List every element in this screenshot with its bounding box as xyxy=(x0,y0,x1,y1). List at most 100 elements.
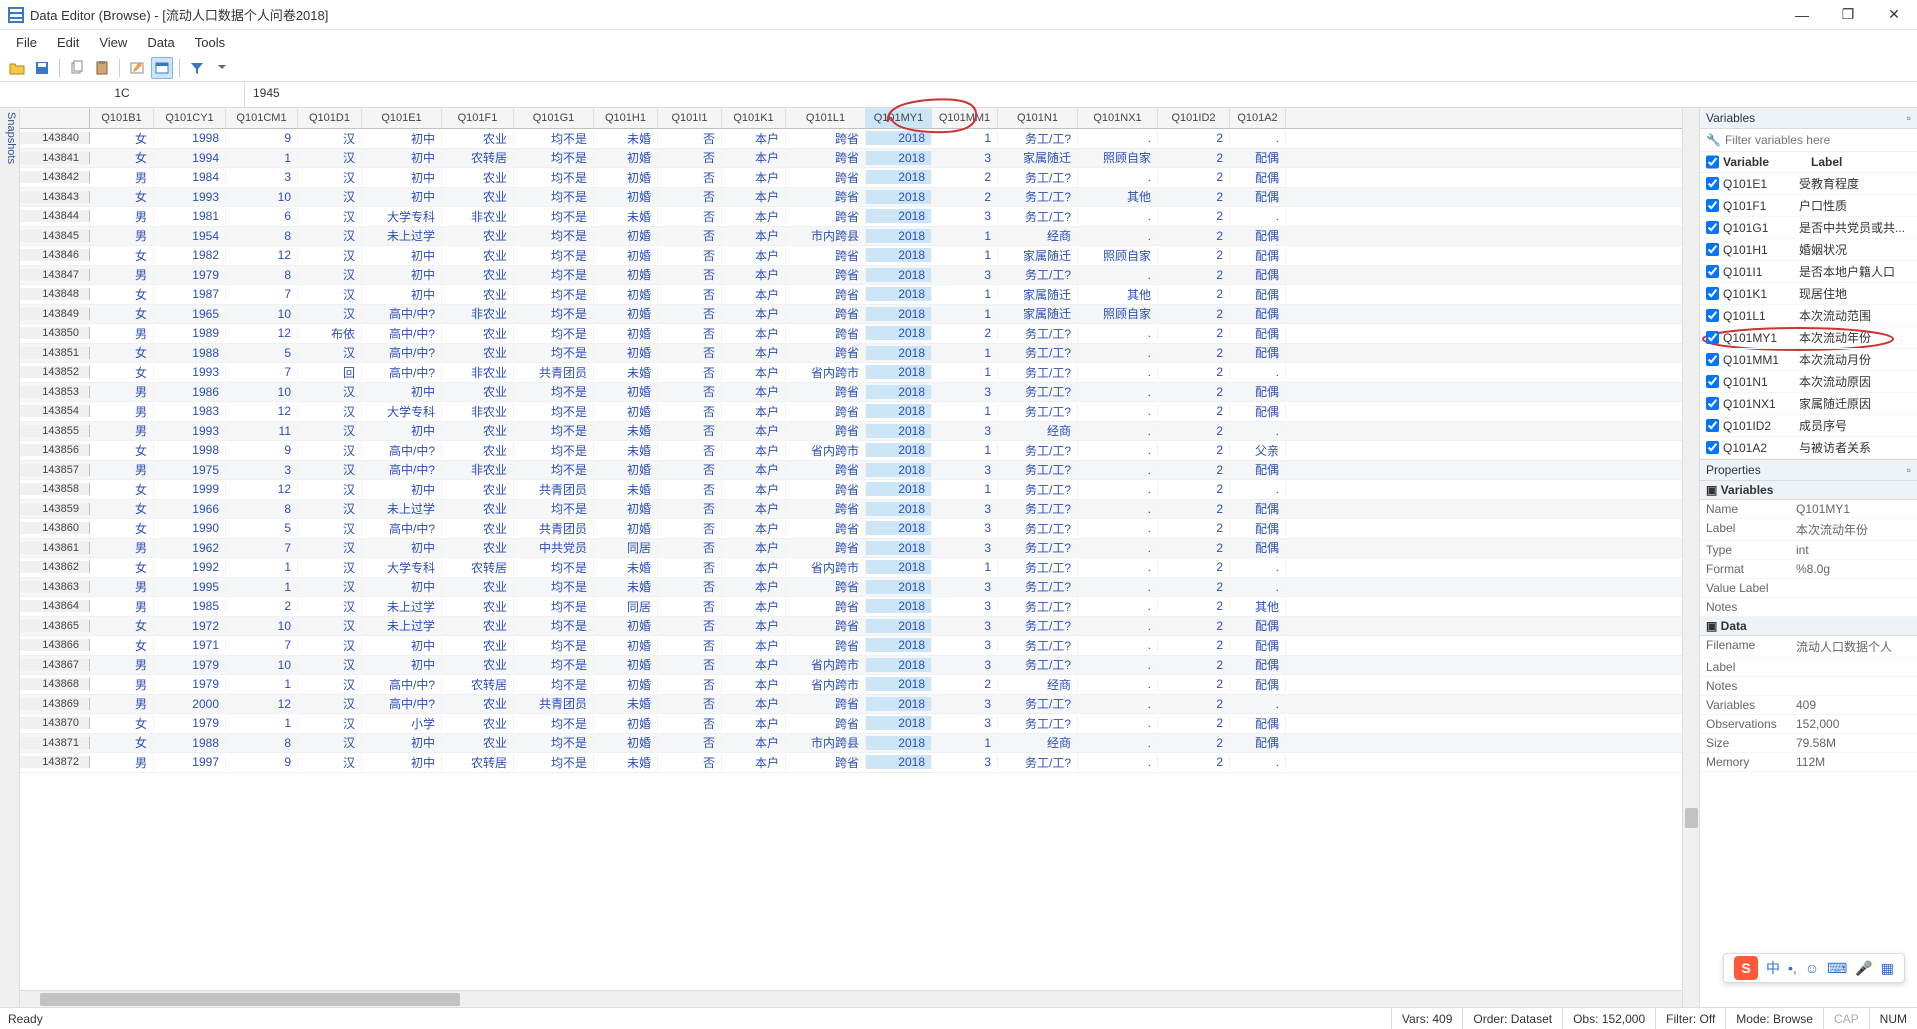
cell[interactable]: 本户 xyxy=(722,734,786,751)
cell[interactable]: 务工/工? xyxy=(998,481,1078,498)
horizontal-scrollbar[interactable] xyxy=(20,990,1682,1007)
cell[interactable]: . xyxy=(1078,424,1158,438)
variable-checkbox[interactable] xyxy=(1706,419,1719,432)
cell[interactable]: 农业 xyxy=(442,520,514,537)
cell[interactable]: 本户 xyxy=(722,208,786,225)
cell[interactable]: 同居 xyxy=(594,598,658,615)
cell[interactable]: 男 xyxy=(90,578,154,595)
column-header-Q101I1[interactable]: Q101I1 xyxy=(658,108,722,128)
cell[interactable]: 跨省 xyxy=(786,715,866,732)
variable-row-Q101MY1[interactable]: Q101MY1本次流动年份 xyxy=(1700,327,1917,349)
cell-reference[interactable]: 1C xyxy=(0,82,245,107)
cell[interactable]: 1 xyxy=(226,580,298,594)
cell[interactable]: 初婚 xyxy=(594,734,658,751)
cell[interactable]: 1998 xyxy=(154,443,226,457)
cell[interactable]: 女 xyxy=(90,364,154,381)
cell[interactable]: 务工/工? xyxy=(998,539,1078,556)
cell[interactable]: 初婚 xyxy=(594,676,658,693)
cell[interactable]: 男 xyxy=(90,539,154,556)
cell[interactable]: 1971 xyxy=(154,638,226,652)
cell[interactable]: 家属随迁 xyxy=(998,286,1078,303)
row-number[interactable]: 143852 xyxy=(20,366,90,378)
column-header-Q101CY1[interactable]: Q101CY1 xyxy=(154,108,226,128)
cell[interactable]: 2 xyxy=(932,677,998,691)
cell[interactable]: 否 xyxy=(658,559,722,576)
table-row[interactable]: 143843女199310汉初中农业均不是初婚否本户跨省20182务工/工?其他… xyxy=(20,188,1682,208)
cell[interactable]: 跨省 xyxy=(786,539,866,556)
cell[interactable]: 未上过学 xyxy=(362,227,442,244)
cell[interactable]: 农业 xyxy=(442,617,514,634)
cell[interactable]: 8 xyxy=(226,229,298,243)
cell[interactable]: 2 xyxy=(1158,209,1230,223)
cell[interactable]: 否 xyxy=(658,305,722,322)
cell[interactable]: 照顾自家 xyxy=(1078,305,1158,322)
cell[interactable]: . xyxy=(1230,209,1286,223)
cell[interactable]: 均不是 xyxy=(514,149,594,166)
cell[interactable]: 农转居 xyxy=(442,676,514,693)
row-number[interactable]: 143853 xyxy=(20,386,90,398)
cell[interactable]: 女 xyxy=(90,520,154,537)
cell[interactable]: 其他 xyxy=(1230,598,1286,615)
copy-icon[interactable] xyxy=(66,57,88,79)
cell[interactable]: 1979 xyxy=(154,716,226,730)
table-row[interactable]: 143867男197910汉初中农业均不是初婚否本户省内跨市20183务工/工?… xyxy=(20,656,1682,676)
cell[interactable]: 2 xyxy=(1158,638,1230,652)
table-row[interactable]: 143851女19885汉高中/中?农业均不是初婚否本户跨省20181务工/工?… xyxy=(20,344,1682,364)
cell[interactable]: 1988 xyxy=(154,346,226,360)
cell[interactable]: 配偶 xyxy=(1230,344,1286,361)
cell[interactable]: . xyxy=(1078,638,1158,652)
cell[interactable]: 1 xyxy=(932,560,998,574)
cell[interactable]: 7 xyxy=(226,365,298,379)
cell[interactable]: 汉 xyxy=(298,481,362,498)
cell[interactable]: 男 xyxy=(90,598,154,615)
column-header-Q101NX1[interactable]: Q101NX1 xyxy=(1078,108,1158,128)
cell[interactable]: 农业 xyxy=(442,734,514,751)
cell[interactable]: 汉 xyxy=(298,188,362,205)
cell[interactable]: 2 xyxy=(226,599,298,613)
cell[interactable]: 1 xyxy=(226,151,298,165)
cell[interactable]: 男 xyxy=(90,676,154,693)
cell[interactable]: 否 xyxy=(658,637,722,654)
cell[interactable]: 5 xyxy=(226,521,298,535)
cell[interactable]: 经商 xyxy=(998,734,1078,751)
cell[interactable]: 否 xyxy=(658,598,722,615)
menu-data[interactable]: Data xyxy=(137,31,184,54)
cell[interactable]: 2018 xyxy=(866,716,932,730)
cell[interactable]: 跨省 xyxy=(786,637,866,654)
cell[interactable]: 1985 xyxy=(154,599,226,613)
cell[interactable]: 男 xyxy=(90,383,154,400)
variables-list[interactable]: Q101E1受教育程度Q101F1户口性质Q101G1是否中共党员或共...Q1… xyxy=(1700,173,1917,459)
cell[interactable]: 本户 xyxy=(722,344,786,361)
cell[interactable]: 初婚 xyxy=(594,188,658,205)
cell[interactable]: 跨省 xyxy=(786,422,866,439)
cell[interactable]: 务工/工? xyxy=(998,403,1078,420)
cell[interactable]: 汉 xyxy=(298,344,362,361)
cell[interactable]: 共青团员 xyxy=(514,520,594,537)
table-row[interactable]: 143845男19548汉未上过学农业均不是初婚否本户市内跨县20181经商.2… xyxy=(20,227,1682,247)
row-number[interactable]: 143869 xyxy=(20,698,90,710)
cell[interactable]: 否 xyxy=(658,481,722,498)
cell[interactable]: 务工/工? xyxy=(998,364,1078,381)
cell[interactable]: 务工/工? xyxy=(998,656,1078,673)
cell[interactable]: 1 xyxy=(226,560,298,574)
table-row[interactable]: 143864男19852汉未上过学农业均不是同居否本户跨省20183务工/工?.… xyxy=(20,597,1682,617)
cell[interactable]: 初中 xyxy=(362,169,442,186)
cell[interactable]: 2 xyxy=(1158,151,1230,165)
cell[interactable]: 3 xyxy=(932,385,998,399)
cell[interactable]: 否 xyxy=(658,364,722,381)
cell[interactable]: 2 xyxy=(932,190,998,204)
variable-row-Q101L1[interactable]: Q101L1本次流动范围 xyxy=(1700,305,1917,327)
cell[interactable]: 2 xyxy=(1158,521,1230,535)
cell[interactable]: . xyxy=(1230,482,1286,496)
cell[interactable]: 2018 xyxy=(866,619,932,633)
cell[interactable]: 3 xyxy=(932,697,998,711)
cell[interactable]: 跨省 xyxy=(786,247,866,264)
cell[interactable]: 农业 xyxy=(442,715,514,732)
cell[interactable]: 家属随迁 xyxy=(998,305,1078,322)
variable-row-Q101MM1[interactable]: Q101MM1本次流动月份 xyxy=(1700,349,1917,371)
cell[interactable]: 男 xyxy=(90,208,154,225)
cell[interactable]: 跨省 xyxy=(786,481,866,498)
cell[interactable]: 女 xyxy=(90,247,154,264)
cell[interactable]: 否 xyxy=(658,169,722,186)
cell[interactable]: 初婚 xyxy=(594,520,658,537)
